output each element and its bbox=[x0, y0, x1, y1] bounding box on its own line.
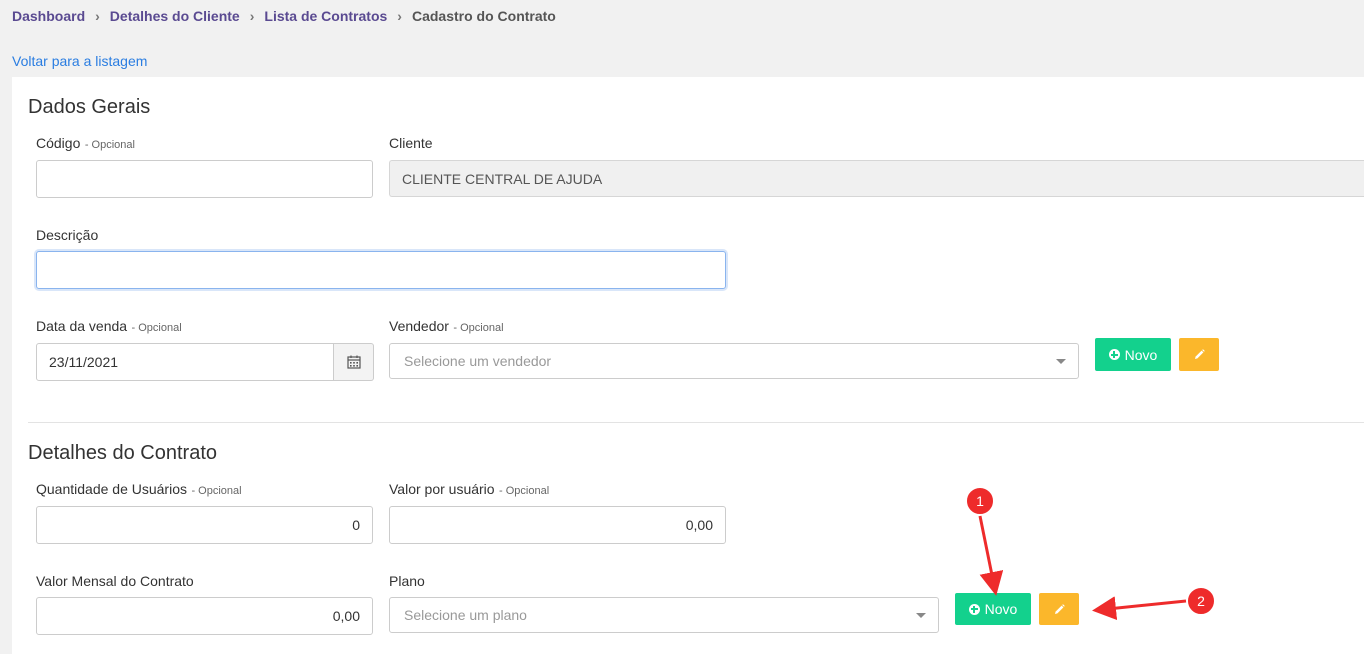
annotation-arrows bbox=[978, 515, 1187, 621]
annotation-arrow-2 bbox=[1092, 596, 1187, 621]
annotation-arrow-1 bbox=[978, 515, 1004, 596]
annotation-marker-1: 1 bbox=[966, 487, 994, 515]
annotation-marker-2: 2 bbox=[1187, 587, 1215, 615]
